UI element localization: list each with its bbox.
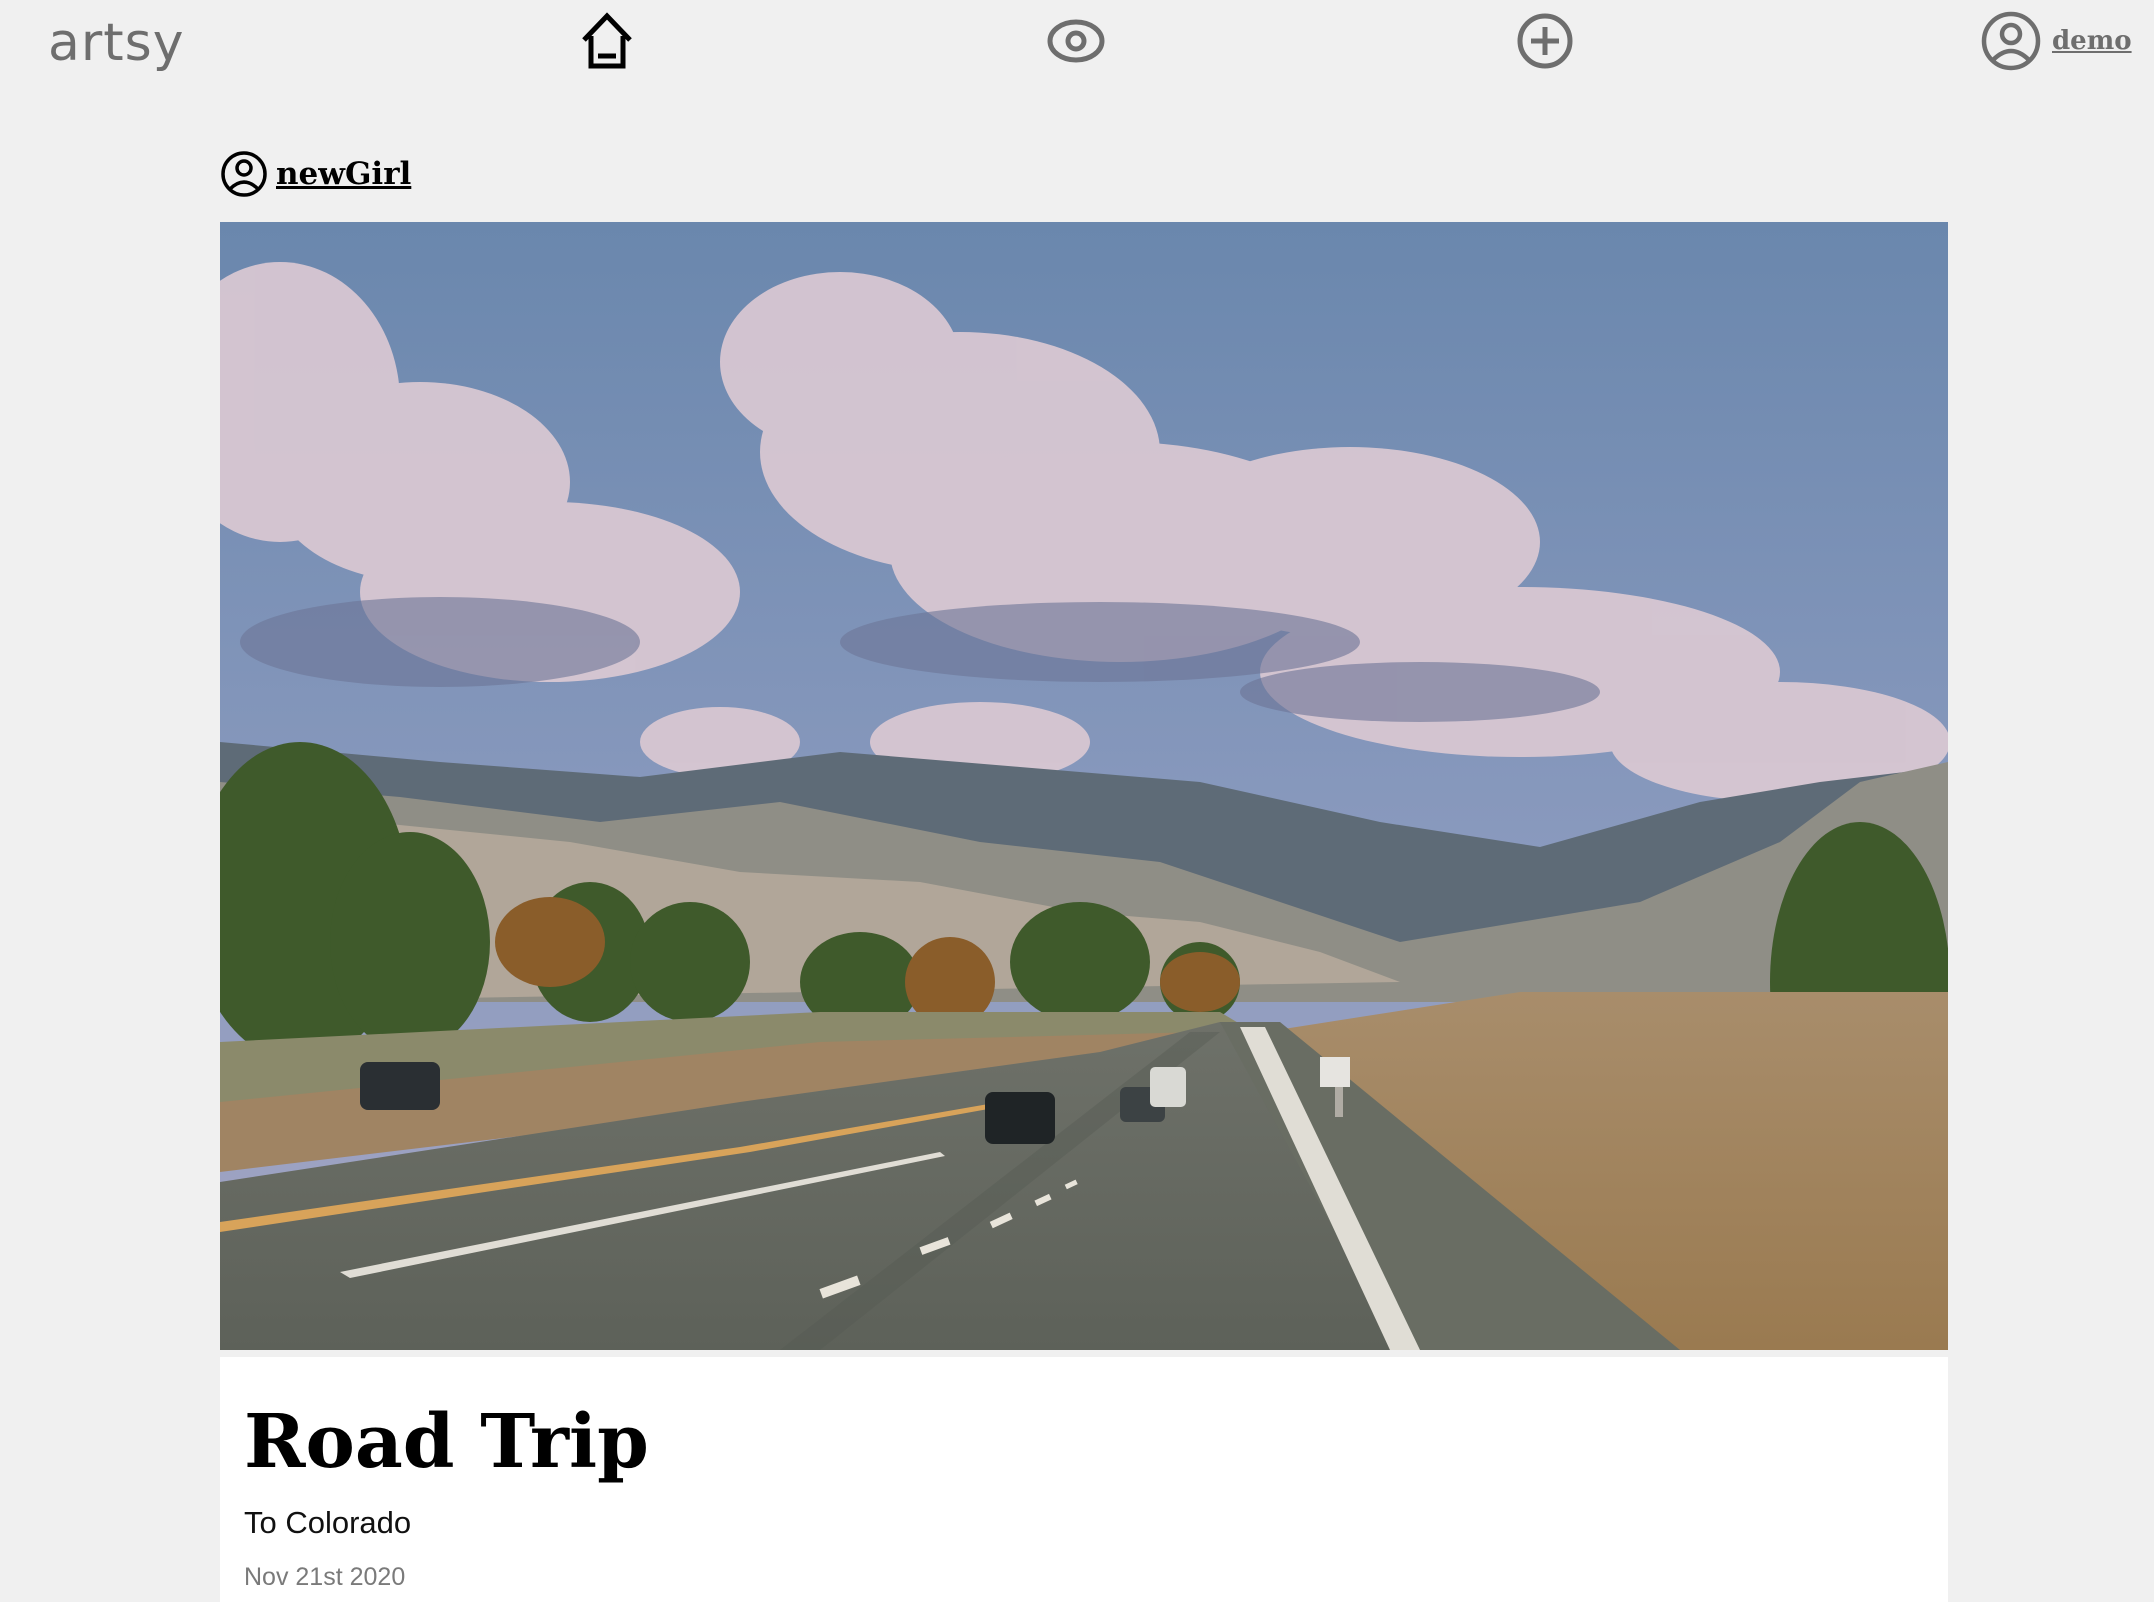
- post-date: Nov 21st 2020: [244, 1563, 406, 1591]
- post-title: Road Trip: [244, 1399, 649, 1485]
- user-circle-icon[interactable]: [1980, 10, 2042, 72]
- post-card: Road Trip To Colorado Nov 21st 2020: [220, 1357, 1948, 1602]
- artsy-logo[interactable]: artsy: [48, 8, 185, 78]
- user-menu[interactable]: demo: [1980, 10, 2132, 72]
- username-link[interactable]: demo: [2052, 26, 2132, 56]
- home-icon[interactable]: [576, 10, 638, 72]
- post-subtitle: To Colorado: [244, 1505, 412, 1540]
- post-author[interactable]: newGirl: [220, 150, 411, 198]
- eye-icon[interactable]: [1045, 10, 1107, 72]
- post-photo[interactable]: [220, 222, 1948, 1350]
- plus-circle-icon[interactable]: [1514, 10, 1576, 72]
- author-name-link[interactable]: newGirl: [276, 156, 411, 192]
- user-circle-icon[interactable]: [220, 150, 268, 198]
- top-navigation: artsy demo: [0, 0, 2154, 90]
